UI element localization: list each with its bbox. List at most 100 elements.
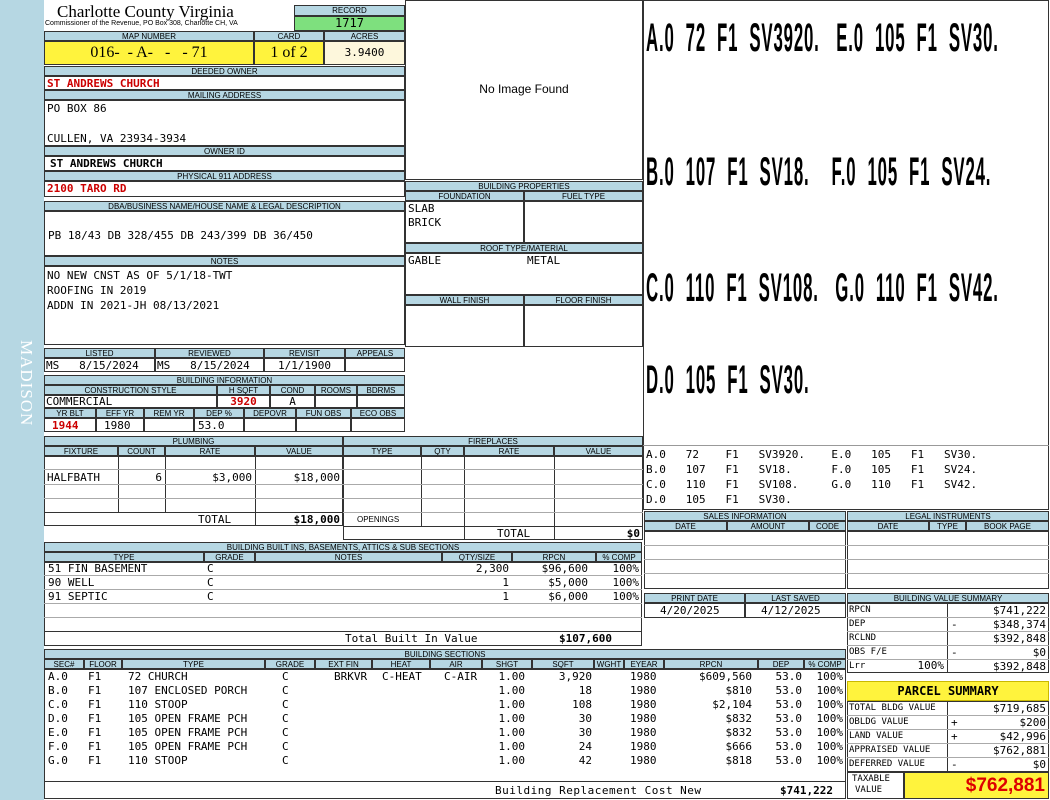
section-grade: C [282, 670, 289, 683]
plumbing-col-fixture: FIXTURE [44, 446, 118, 456]
sections-col: FLOOR [84, 659, 122, 669]
parcel-label: TOTAL BLDG VALUE [849, 703, 936, 713]
section-sec: A.0 [48, 670, 68, 683]
record-value: 1717 [294, 16, 405, 31]
sections-col: GRADE [265, 659, 315, 669]
card-header: CARD [254, 31, 324, 41]
foundation-value: SLAB [408, 202, 435, 215]
sketch-label: B.0 107 F1 SV18. F.0 105 F1 SV24. [646, 150, 992, 194]
builtin-rpcn: $6,000 [548, 590, 588, 603]
revisit-date: 1/1/1900 [264, 358, 345, 372]
sidebar-band: MADISON [0, 0, 44, 800]
section-grade: C [282, 740, 289, 753]
section-rpcn: $832 [725, 712, 753, 725]
section-comp: 100% [816, 698, 844, 711]
builtins-total-label: Total Built In Value [345, 632, 478, 645]
legal-instr-table [847, 531, 1049, 589]
section-heat: C-HEAT [382, 670, 422, 683]
builtins-col-grade: GRADE [204, 552, 255, 562]
section-shgt: 1.00 [498, 670, 526, 683]
sections-total-label: Building Replacement Cost New [495, 784, 702, 797]
section-floor: F1 [88, 712, 102, 725]
builtin-qty: 1 [502, 590, 509, 603]
legal-instr-header: LEGAL INSTRUMENTS [847, 511, 1049, 521]
section-grade: C [282, 754, 289, 767]
section-type: 107 ENCLOSED PORCH [128, 684, 248, 697]
section-sec: D.0 [48, 712, 68, 725]
county-subtitle: Commissioner of the Revenue, PO Box 308,… [45, 20, 238, 27]
last-saved-header: LAST SAVED [745, 593, 846, 603]
sections-col: HEAT [372, 659, 430, 669]
fuel-header: FUEL TYPE [524, 191, 643, 201]
section-sqft: 30 [578, 712, 592, 725]
sections-col: EXT FIN [315, 659, 372, 669]
plumbing-col-rate: RATE [165, 446, 255, 456]
wall-finish [405, 305, 524, 347]
section-shgt: 1.00 [498, 712, 526, 725]
section-eyear: 1980 [630, 670, 657, 683]
builtin-type: 91 SEPTIC [48, 590, 108, 603]
dep-override [244, 418, 296, 432]
sections-col: SHGT [482, 659, 532, 669]
construction-style-header: CONSTRUCTION STYLE [44, 385, 217, 395]
yrblt-header: YR BLT [44, 408, 96, 418]
fuel-box [524, 201, 643, 243]
summary-value: $741,222 [993, 604, 1046, 617]
section-shgt: 1.00 [498, 726, 526, 739]
fireplace-total-label: TOTAL [497, 527, 531, 540]
section-floor: F1 [88, 740, 102, 753]
eco-obs [351, 418, 405, 432]
section-dep: 53.0 [775, 684, 803, 697]
fireplace-col-value: VALUE [554, 446, 643, 456]
depovr-header: DEPOVR [244, 408, 296, 418]
physical-address: 2100 TARO RD [44, 181, 405, 197]
remaining-year [144, 418, 194, 432]
section-floor: F1 [88, 698, 102, 711]
roof-type: GABLE [408, 254, 442, 267]
mailing-line-1: PO BOX 86 [47, 102, 107, 115]
rooms-value [315, 395, 357, 408]
summary-label: OBS F/E [849, 647, 887, 657]
county-title: Charlotte County Virginia [57, 2, 234, 21]
section-shgt: 1.00 [498, 754, 526, 767]
section-dep: 53.0 [775, 670, 803, 683]
owner-id-header: OWNER ID [44, 146, 405, 156]
plumbing-col-value: VALUE [255, 446, 343, 456]
builtin-grade: C [207, 576, 214, 589]
physical-header: PHYSICAL 911 ADDRESS [44, 171, 405, 181]
summary-label: RPCN [849, 605, 871, 615]
last-saved-date: 4/12/2025 [745, 603, 846, 618]
section-comp: 100% [816, 712, 844, 725]
plumbing-count: 6 [155, 471, 162, 484]
section-dep: 53.0 [775, 698, 803, 711]
summary-label: Lrr [849, 661, 866, 671]
section-grade: C [282, 684, 289, 697]
floor-finish-header: FLOOR FINISH [524, 295, 643, 305]
summary-label: RCLND [849, 633, 877, 643]
note-line: NO NEW CNST AS OF 5/1/18-TWT [47, 269, 233, 282]
summary-value: $392,848 [993, 660, 1046, 673]
parcel-label: LAND VALUE [849, 731, 904, 741]
section-sqft: 108 [572, 698, 592, 711]
sections-col: SEC# [44, 659, 84, 669]
builtins-col-type: TYPE [44, 552, 204, 562]
plumbing-rate: $3,000 [212, 471, 252, 484]
section-sec: B.0 [48, 684, 68, 697]
foundation-value: BRICK [408, 216, 442, 229]
section-sec: G.0 [48, 754, 68, 767]
section-eyear: 1980 [630, 754, 657, 767]
deeded-owner: ST ANDREWS CHURCH [44, 76, 405, 90]
effyr-header: EFF YR [96, 408, 144, 418]
sections-col: TYPE [122, 659, 265, 669]
listed-date: MS 8/15/2024 [44, 358, 155, 372]
builtin-rpcn: $96,600 [541, 562, 588, 575]
section-comp: 100% [816, 740, 844, 753]
ecoobs-header: ECO OBS [351, 408, 405, 418]
building-info-header: BUILDING INFORMATION [44, 375, 405, 385]
section-eyear: 1980 [630, 712, 657, 725]
plumbing-total: $18,000 [293, 513, 340, 526]
sales-col-code: CODE [809, 521, 846, 531]
legal-col-bookpage: BOOK PAGE [966, 521, 1049, 531]
summary-pct: 100% [917, 659, 945, 672]
section-floor: F1 [88, 754, 102, 767]
